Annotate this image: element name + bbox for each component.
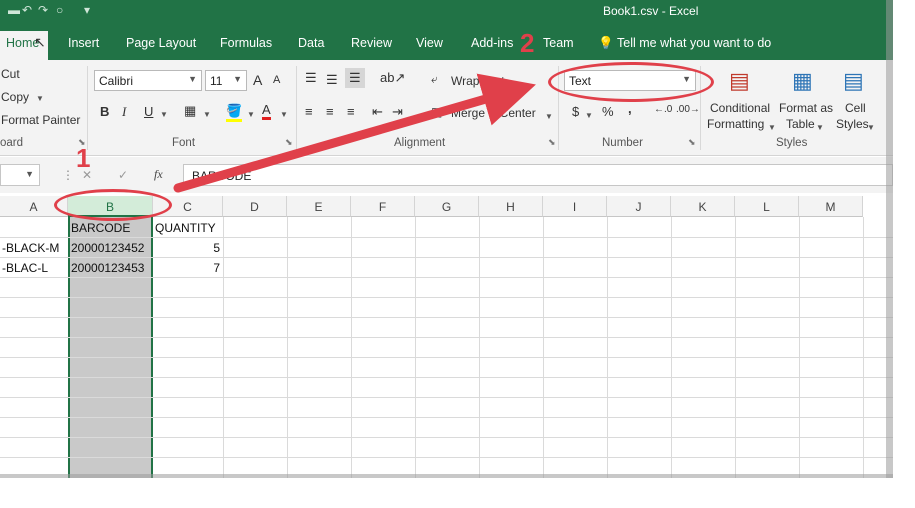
page-edge [0, 478, 915, 508]
annotation-arrow [173, 73, 536, 193]
excel-window: ▬ ↶ ↷ ○ ▾ Book1.csv - Excel Home Insert … [0, 0, 893, 478]
page-edge [893, 0, 915, 508]
